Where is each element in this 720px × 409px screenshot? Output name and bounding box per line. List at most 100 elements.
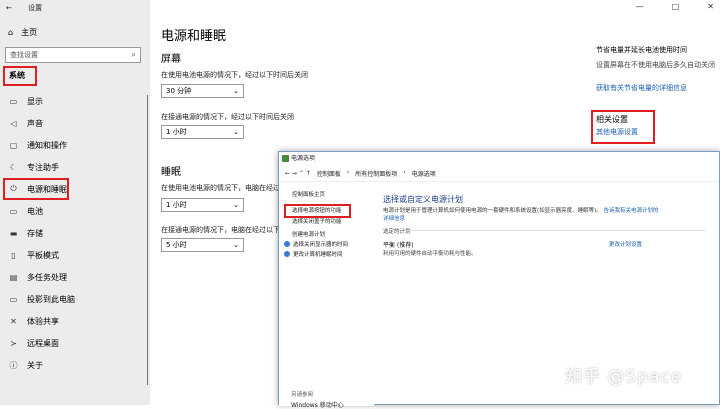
divider: [405, 230, 705, 231]
sidebar-item-label: 体验共享: [27, 316, 59, 326]
screen-plugged-dropdown[interactable]: 1 小时 ⌄: [161, 125, 244, 139]
cp-title-bar: 电源选项: [279, 152, 719, 166]
sidebar-item-label: 通知和操作: [27, 140, 67, 150]
tablet-icon: ▯: [11, 250, 16, 260]
sidebar-item[interactable]: ⓘ 关于: [0, 354, 150, 376]
cp-sidebar-link-label: 创建电源计划: [292, 232, 326, 238]
cp-sidebar-link-label: 选择关闭显示器的时间: [293, 242, 349, 248]
power-options-icon: [282, 155, 289, 162]
sidebar-item-label: 远程桌面: [27, 338, 59, 348]
sidebar-item[interactable]: ▬ 存储: [0, 222, 150, 244]
back-arrow-icon[interactable]: ←: [6, 4, 12, 12]
sidebar-item-label: 平板模式: [27, 250, 59, 260]
sidebar-item[interactable]: ◁ 声音: [0, 112, 150, 134]
home-icon: ⌂: [8, 28, 14, 37]
project-icon: ▭: [9, 294, 18, 304]
sidebar-item-label: 电池: [27, 206, 43, 216]
cp-sidebar-link-label: 选择关闭盖子的功能: [292, 219, 342, 225]
cp-sidebar-link[interactable]: 选择关闭盖子的功能: [292, 217, 342, 225]
cp-sidebar-link[interactable]: 控制面板主页: [292, 190, 325, 198]
chevron-down-icon: ⌄: [233, 128, 239, 136]
sidebar-item-label: 投影到此电脑: [27, 294, 75, 304]
home-label: 主页: [21, 28, 38, 37]
sidebar-item[interactable]: ▤ 多任务处理: [0, 266, 150, 288]
sidebar-item[interactable]: ▭ 电池: [0, 200, 150, 222]
related-settings-title: 相关设置: [596, 115, 628, 124]
focus-icon: ☾: [9, 162, 18, 172]
search-icon: ⌕: [131, 50, 136, 59]
sidebar-item-label: 存储: [27, 228, 43, 238]
dropdown-value: 1 小时: [166, 201, 187, 209]
dropdown-value: 5 小时: [166, 241, 187, 249]
screen-heading: 屏幕: [161, 54, 181, 65]
storage-icon: ▬: [9, 228, 18, 238]
cp-sidebar-link-label: 更改计算机睡眠时间: [293, 252, 343, 258]
title-bar: ← 设置: [0, 0, 150, 16]
nav-arrows-icon[interactable]: ← → ⌃ ↑: [285, 170, 311, 177]
sidebar-item[interactable]: ☾ 专注助手: [0, 156, 150, 178]
dropdown-value: 30 分钟: [166, 87, 192, 95]
cp-sidebar-link[interactable]: 更改计算机睡眠时间: [284, 250, 343, 258]
sidebar-item[interactable]: ▢ 通知和操作: [0, 134, 150, 156]
highlight-box-power-button: [284, 204, 351, 218]
settings-window: ← 设置 ⌂ 主页 查找设置 ⌕ 系统 ▭ 显示 ◁ 声音 ▢ 通知和操作 ☾ 专注助手 ⏻ 电源…: [0, 0, 720, 409]
breadcrumb-item[interactable]: 所有控制面板项: [355, 169, 397, 178]
shield-icon: [284, 251, 290, 257]
sidebar-item[interactable]: ▭ 显示: [0, 90, 150, 112]
sleep-battery-dropdown[interactable]: 1 小时 ⌄: [161, 198, 244, 212]
selected-plan-heading: 选定的计划: [383, 229, 411, 235]
sidebar-item[interactable]: ✕ 体验共享: [0, 310, 150, 332]
highlight-box-power: [3, 178, 69, 200]
breadcrumb-separator: ›: [346, 169, 350, 176]
other-power-settings-link[interactable]: 其他电源设置: [596, 127, 638, 137]
screen-battery-dropdown[interactable]: 30 分钟 ⌄: [161, 84, 244, 98]
notification-icon: ▢: [9, 140, 18, 150]
dropdown-value: 1 小时: [166, 128, 187, 136]
change-plan-settings-link[interactable]: 更改计划设置: [609, 240, 642, 248]
cp-sidebar-link[interactable]: 创建电源计划: [292, 230, 325, 238]
sidebar-item-label: 声音: [27, 118, 43, 128]
breadcrumb-separator: ›: [403, 169, 406, 176]
see-also-heading: 另请参阅: [291, 392, 314, 398]
multitask-icon: ▤: [9, 272, 18, 282]
cp-desc-text: 电源计划是用于管理计算机如何使用电源的一套硬件和系统设置(如显示器亮度、睡眠等)…: [383, 208, 602, 214]
cp-sidebar-link[interactable]: 选择关闭显示器的时间: [284, 240, 348, 248]
search-placeholder: 查找设置: [10, 51, 38, 59]
sleep-heading: 睡眠: [161, 167, 181, 178]
cp-window-title: 电源选项: [291, 155, 316, 162]
breadcrumb-item[interactable]: 电源选项: [412, 169, 436, 178]
cp-sidebar-link-label: 控制面板主页: [292, 192, 326, 198]
minimize-icon[interactable]: —: [636, 2, 644, 11]
breadcrumb-item[interactable]: 控制面板: [317, 169, 341, 178]
sidebar-item[interactable]: ▯ 平板模式: [0, 244, 150, 266]
tip-link[interactable]: 获取有关节省电量的详细信息: [596, 83, 687, 93]
sidebar-item[interactable]: ≻ 远程桌面: [0, 332, 150, 354]
sound-icon: ◁: [10, 118, 17, 128]
close-icon[interactable]: ✕: [707, 2, 714, 11]
sidebar-item[interactable]: ▭ 投影到此电脑: [0, 288, 150, 310]
remote-icon: ≻: [10, 338, 17, 348]
sleep-plugged-label: 在接通电源的情况下，电脑在经过以下: [161, 226, 280, 234]
about-icon: ⓘ: [9, 360, 18, 370]
page-title: 电源和睡眠: [161, 29, 227, 44]
plan-radio-balanced[interactable]: 平衡 (推荐): [383, 240, 414, 249]
home-link[interactable]: ⌂ 主页: [8, 27, 37, 38]
sleep-plugged-dropdown[interactable]: 5 小时 ⌄: [161, 238, 244, 252]
chevron-down-icon: ⌄: [233, 241, 239, 249]
search-input[interactable]: 查找设置 ⌕: [5, 47, 141, 63]
breadcrumb: 控制面板 › 所有控制面板项 › 电源选项: [317, 169, 436, 178]
sidebar-item-label: 关于: [27, 360, 43, 370]
watermark: 知乎 @Space: [565, 367, 683, 387]
plan-description: 利用可用的硬件自动平衡功耗与性能。: [383, 251, 477, 257]
settings-nav: ← 设置 ⌂ 主页 查找设置 ⌕ 系统 ▭ 显示 ◁ 声音 ▢ 通知和操作 ☾ 专注助手 ⏻ 电源…: [0, 0, 150, 405]
address-bar[interactable]: ← → ⌃ ↑ 控制面板 › 所有控制面板项 › 电源选项: [279, 166, 719, 182]
cp-description: 电源计划是用于管理计算机如何使用电源的一套硬件和系统设置(如显示器亮度、睡眠等)…: [383, 207, 663, 223]
sidebar-item-label: 显示: [27, 96, 43, 106]
shared-icon: ✕: [10, 316, 17, 326]
sidebar-item-label: 多任务处理: [27, 272, 67, 282]
scrollbar[interactable]: [147, 95, 148, 385]
window-controls: — □ ✕: [636, 2, 714, 11]
nav-list: ▭ 显示 ◁ 声音 ▢ 通知和操作 ☾ 专注助手 ⏻ 电源和睡眠 ▭ 电池 ▬ 存储 ▯ 平板模式 ▤ 多任务处理…: [0, 90, 150, 376]
maximize-icon[interactable]: □: [672, 2, 680, 11]
chevron-down-icon: ⌄: [233, 87, 239, 95]
